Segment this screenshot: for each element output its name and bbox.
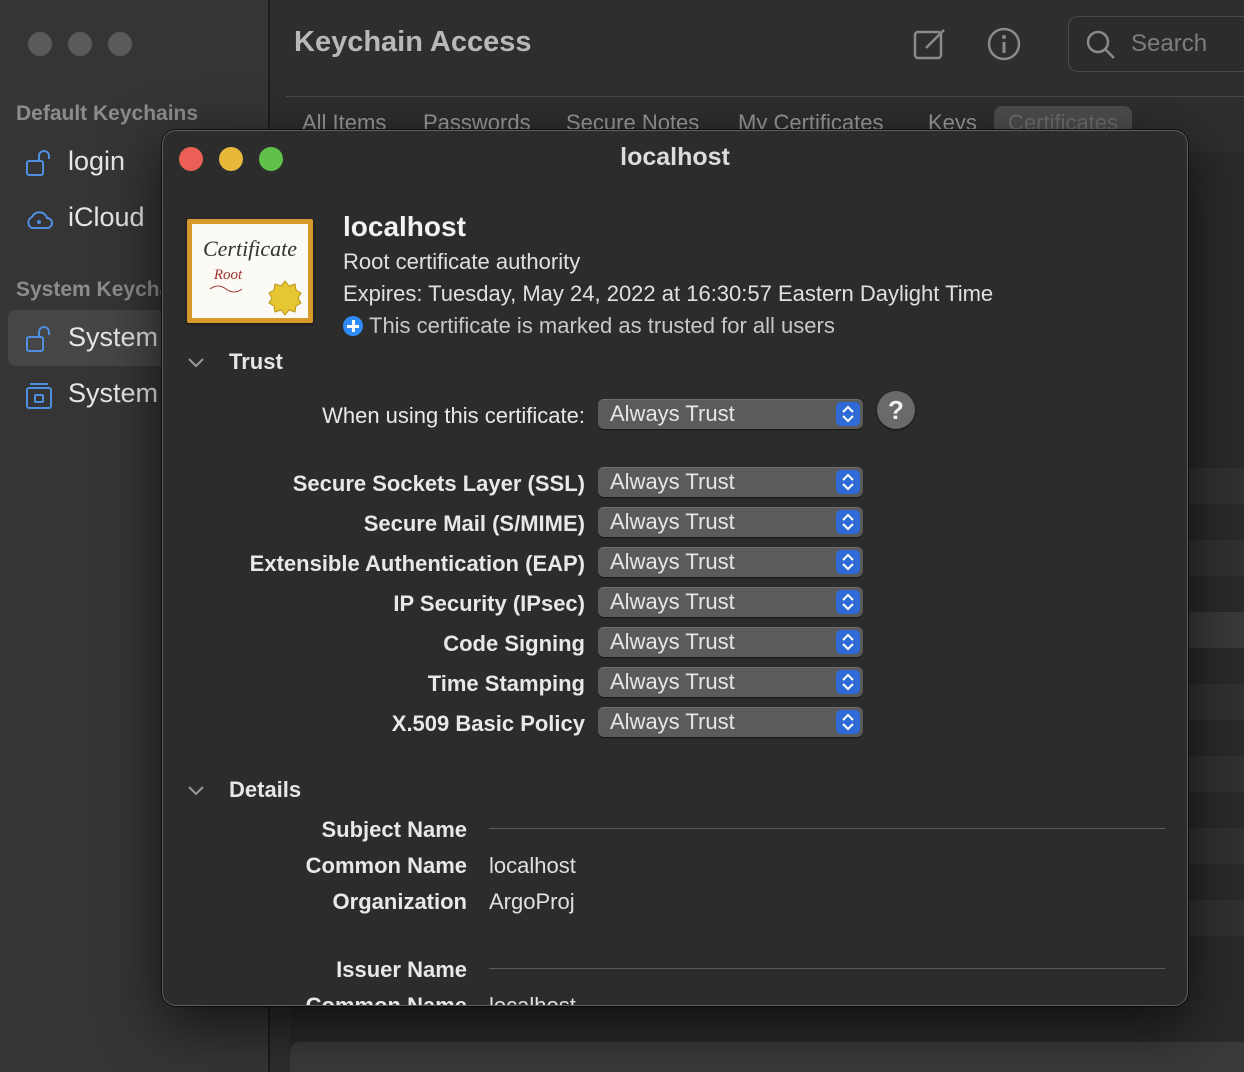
sheet-titlebar: localhost (163, 131, 1187, 187)
chevron-updown-icon (836, 710, 860, 734)
issuer-name-heading: Issuer Name (336, 957, 467, 982)
cloud-icon (27, 211, 53, 229)
chevron-updown-icon (836, 510, 860, 534)
subject-common-name-label: Common Name (305, 853, 467, 878)
trust-status-text: This certificate is marked as trusted fo… (369, 313, 835, 338)
issuer-common-name-value: localhost (489, 993, 576, 1006)
trust-status: This certificate is marked as trusted fo… (343, 313, 835, 339)
minimize-button-inactive[interactable] (68, 32, 92, 56)
policy-label-smime: Secure Mail (S/MIME) (363, 511, 585, 536)
popup-value: Always Trust (610, 589, 735, 614)
popup-value: Always Trust (610, 709, 735, 734)
info-panel (290, 1042, 1244, 1072)
search-field[interactable] (1068, 16, 1244, 72)
sheet-title: localhost (620, 143, 730, 171)
trust-heading: Trust (229, 349, 283, 374)
when-using-popup[interactable]: Always Trust (598, 399, 863, 429)
info-icon[interactable] (986, 26, 1022, 62)
chevron-down-icon (187, 349, 209, 375)
policy-popup-code-signing[interactable]: Always Trust (598, 627, 863, 657)
policy-popup-time-stamping[interactable]: Always Trust (598, 667, 863, 697)
lock-open-icon (26, 150, 50, 176)
plus-circle-icon (343, 316, 363, 336)
chevron-updown-icon (836, 590, 860, 614)
policy-popup-eap[interactable]: Always Trust (598, 547, 863, 577)
sidebar-item-label: iCloud (68, 202, 145, 232)
zoom-button-inactive[interactable] (108, 32, 132, 56)
trust-section-toggle[interactable]: Trust (187, 349, 283, 375)
cabinet-icon (26, 383, 52, 409)
certificate-name: localhost (343, 211, 466, 242)
popup-value: Always Trust (610, 401, 735, 426)
policy-label-time-stamping: Time Stamping (427, 671, 585, 696)
subject-divider (489, 828, 1165, 829)
popup-value: Always Trust (610, 629, 735, 654)
details-section-toggle[interactable]: Details (187, 777, 301, 803)
chevron-updown-icon (836, 630, 860, 654)
when-using-label: When using this certificate: (322, 403, 585, 428)
certificate-type: Root certificate authority (343, 249, 581, 274)
details-heading: Details (229, 777, 302, 802)
policy-label-ipsec: IP Security (IPsec) (393, 591, 585, 616)
help-button[interactable]: ? (877, 391, 915, 429)
policy-popup-smime[interactable]: Always Trust (598, 507, 863, 537)
policy-label-code-signing: Code Signing (443, 631, 585, 656)
search-input[interactable] (1129, 27, 1244, 61)
issuer-common-name-label: Common Name (305, 993, 467, 1006)
issuer-divider (489, 968, 1165, 969)
sidebar-item-label: System (68, 322, 159, 352)
popup-value: Always Trust (610, 669, 735, 694)
chevron-updown-icon (836, 550, 860, 574)
close-button-inactive[interactable] (28, 32, 52, 56)
chevron-updown-icon (836, 470, 860, 494)
lock-open-icon (26, 326, 50, 352)
popup-value: Always Trust (610, 549, 735, 574)
certificate-sheet: localhost Certificate Root localhost Roo… (162, 130, 1188, 1006)
compose-icon[interactable] (912, 26, 948, 62)
search-icon (1086, 30, 1115, 59)
popup-value: Always Trust (610, 509, 735, 534)
subject-common-name-value: localhost (489, 853, 576, 878)
popup-value: Always Trust (610, 469, 735, 494)
subject-organization-label: Organization (332, 889, 467, 914)
certificate-icon: Certificate Root (187, 219, 313, 323)
certificate-expiry: Expires: Tuesday, May 24, 2022 at 16:30:… (343, 281, 994, 306)
policy-popup-x509[interactable]: Always Trust (598, 707, 863, 737)
window-title: Keychain Access (294, 26, 532, 58)
policy-popup-ssl[interactable]: Always Trust (598, 467, 863, 497)
policy-label-x509: X.509 Basic Policy (391, 711, 585, 736)
subject-organization-value: ArgoProj (489, 889, 575, 914)
subject-name-heading: Subject Name (321, 817, 468, 842)
tabs-divider (286, 96, 1244, 97)
sidebar-heading-default-keychains: Default Keychains (16, 102, 199, 125)
policy-label-ssl: Secure Sockets Layer (SSL) (292, 471, 585, 496)
cert-icon-subtitle: Root (213, 267, 243, 283)
chevron-down-icon (187, 777, 209, 803)
chevron-updown-icon (836, 670, 860, 694)
cert-icon-title: Certificate (203, 236, 297, 261)
policy-popup-ipsec[interactable]: Always Trust (598, 587, 863, 617)
chevron-updown-icon (836, 402, 860, 426)
policy-label-eap: Extensible Authentication (EAP) (249, 551, 585, 576)
sidebar-item-label: login (68, 146, 126, 176)
